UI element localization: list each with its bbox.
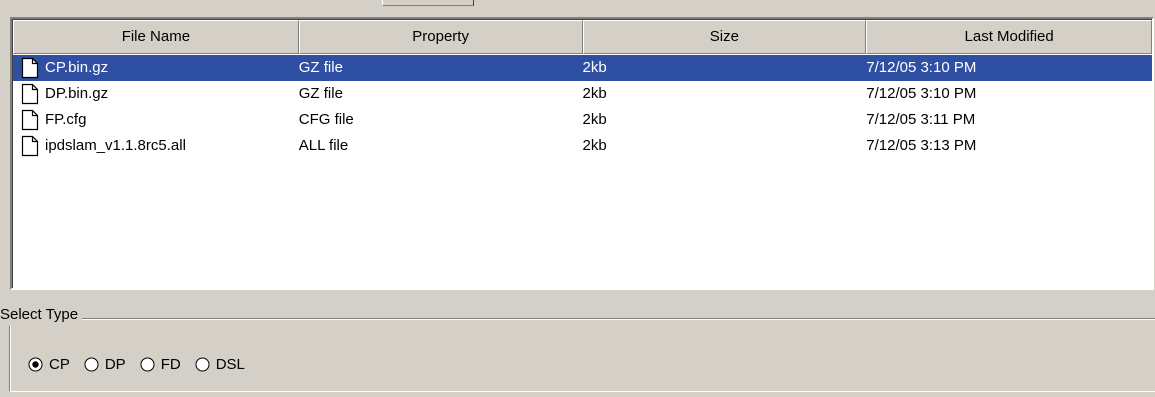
size-cell: 2kb (582, 85, 607, 102)
radio-cp[interactable]: CP (28, 356, 70, 373)
file-icon (21, 57, 39, 79)
column-header-last-modified[interactable]: Last Modified (866, 20, 1152, 54)
size-cell: 2kb (582, 59, 607, 76)
select-type-label: Select Type (0, 304, 83, 326)
size-cell: 2kb (582, 137, 607, 154)
table-row[interactable]: DP.bin.gz GZ file 2kb 7/12/05 3:10 PM (13, 81, 1152, 107)
column-header-property[interactable]: Property (298, 20, 583, 54)
radio-dp[interactable]: DP (84, 356, 126, 373)
radio-label-dp: DP (104, 355, 126, 373)
file-icon (21, 135, 39, 157)
table-row[interactable]: FP.cfg CFG file 2kb 7/12/05 3:11 PM (13, 107, 1152, 133)
radio-label-fd: FD (160, 355, 181, 373)
file-icon (21, 109, 39, 131)
file-name: CP.bin.gz (45, 59, 109, 76)
radio-checked-icon[interactable] (28, 357, 43, 372)
radio-unchecked-icon[interactable] (140, 357, 155, 372)
modified-cell: 7/12/05 3:13 PM (866, 137, 977, 154)
radio-dsl[interactable]: DSL (195, 356, 245, 373)
modified-cell: 7/12/05 3:11 PM (866, 111, 976, 128)
file-table: File Name Property Size Last Modified CP… (10, 17, 1154, 290)
select-type-radio-group: CP DP FD DSL (28, 352, 259, 376)
table-rows: CP.bin.gz GZ file 2kb 7/12/05 3:10 PM DP… (13, 55, 1152, 159)
file-name-cell[interactable]: CP.bin.gz (13, 55, 299, 81)
table-row[interactable]: CP.bin.gz GZ file 2kb 7/12/05 3:10 PM (13, 55, 1152, 81)
column-header-file-name[interactable]: File Name (13, 20, 299, 54)
file-table-body: File Name Property Size Last Modified CP… (12, 19, 1152, 288)
file-name-cell[interactable]: FP.cfg (13, 107, 299, 133)
property-cell: GZ file (298, 59, 343, 76)
size-cell: 2kb (582, 111, 607, 128)
table-header: File Name Property Size Last Modified (13, 20, 1152, 54)
file-name-cell[interactable]: ipdslam_v1.1.8rc5.all (13, 133, 299, 159)
modified-cell: 7/12/05 3:10 PM (866, 59, 977, 76)
property-cell: GZ file (298, 85, 343, 102)
file-name: ipdslam_v1.1.8rc5.all (45, 137, 186, 154)
radio-label-cp: CP (49, 355, 70, 373)
modified-cell: 7/12/05 3:10 PM (866, 85, 977, 102)
radio-unchecked-icon[interactable] (195, 357, 210, 372)
property-cell: CFG file (298, 111, 354, 128)
radio-fd[interactable]: FD (140, 356, 181, 373)
radio-label-dsl: DSL (215, 355, 245, 373)
tab-edge (382, 0, 474, 6)
file-name-cell[interactable]: DP.bin.gz (13, 81, 299, 107)
property-cell: ALL file (298, 137, 349, 154)
table-row[interactable]: ipdslam_v1.1.8rc5.all ALL file 2kb 7/12/… (13, 133, 1152, 159)
column-header-size[interactable]: Size (582, 20, 867, 54)
file-name: DP.bin.gz (45, 85, 109, 102)
file-icon (21, 83, 39, 105)
file-name: FP.cfg (45, 111, 87, 128)
radio-unchecked-icon[interactable] (84, 357, 99, 372)
